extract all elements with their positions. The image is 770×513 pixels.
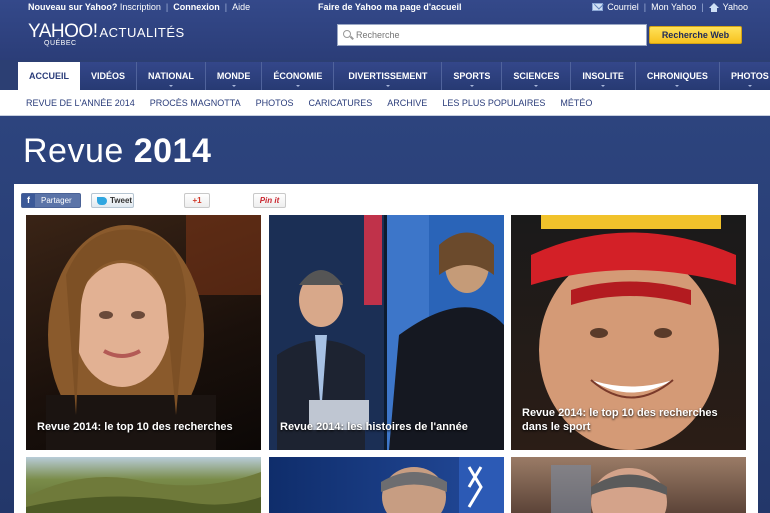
subnav-photos[interactable]: PHOTOS: [256, 98, 294, 108]
gplus-button[interactable]: +1: [184, 193, 210, 208]
nav-tab-sciences[interactable]: SCIENCES: [502, 62, 572, 90]
gplus-label: +1: [192, 196, 202, 205]
chevron-down-icon: [747, 85, 752, 87]
subnav-revue-2014[interactable]: REVUE DE L'ANNÉE 2014: [26, 98, 135, 108]
nav-tab-divertissement[interactable]: DIVERTISSEMENT: [334, 62, 443, 90]
main-nav: ACCUEIL VIDÉOS NATIONAL MONDE ÉCONOMIE D…: [18, 62, 770, 90]
nav-tab-national[interactable]: NATIONAL: [137, 62, 206, 90]
title-light: Revue: [23, 132, 134, 170]
chevron-down-icon: [168, 85, 173, 87]
twitter-bird-icon: [97, 196, 107, 205]
search-box: [337, 24, 647, 46]
nav-tab-insolite[interactable]: INSOLITE: [571, 62, 636, 90]
hero-section: Revue 2014 f Partager Tweet +1 Pin it Re…: [0, 116, 770, 513]
story-caption: Revue 2014: les histoires de l'année: [280, 421, 468, 433]
nav-label: MONDE: [216, 71, 251, 81]
help-link[interactable]: Aide: [232, 2, 250, 12]
portrait-image: [381, 457, 504, 513]
nav-label: INSOLITE: [582, 71, 624, 81]
story-card[interactable]: [269, 457, 504, 513]
nav-tab-sports[interactable]: SPORTS: [442, 62, 503, 90]
nav-tab-monde[interactable]: MONDE: [205, 62, 263, 90]
story-caption: Revue 2014: le top 10 des recherches: [37, 421, 233, 433]
chevron-down-icon: [601, 85, 606, 87]
story-caption: Revue 2014: le top 10 des recherches dan…: [522, 407, 718, 433]
landscape-image: [26, 472, 261, 513]
utility-right: Courriel | Mon Yahoo | Yahoo: [592, 2, 748, 12]
web-search-button[interactable]: Recherche Web: [649, 26, 742, 44]
search-input[interactable]: [338, 25, 646, 45]
new-user-text: Nouveau sur Yahoo?: [28, 2, 118, 12]
signup-link[interactable]: Inscription: [120, 2, 161, 12]
nav-label: PHOTOS: [730, 71, 769, 81]
chevron-down-icon: [385, 85, 390, 87]
yahoo-home-link[interactable]: Yahoo: [723, 2, 748, 12]
photo-collage-image: [269, 215, 504, 450]
subnav-proces-magnotta[interactable]: PROCÈS MAGNOTTA: [150, 98, 241, 108]
mail-icon: [592, 3, 604, 11]
story-card[interactable]: [26, 457, 261, 513]
my-yahoo-link[interactable]: Mon Yahoo: [651, 2, 696, 12]
subnav-archive[interactable]: ARCHIVE: [387, 98, 427, 108]
facebook-icon: f: [22, 194, 35, 207]
subnav-populaires[interactable]: LES PLUS POPULAIRES: [442, 98, 545, 108]
nav-tab-economie[interactable]: ÉCONOMIE: [262, 62, 335, 90]
tweet-button[interactable]: Tweet: [91, 193, 134, 208]
pinterest-label: Pin it: [259, 196, 280, 205]
portrait-image: [551, 465, 667, 513]
home-icon: [708, 2, 719, 12]
nav-tab-videos[interactable]: VIDÉOS: [80, 62, 138, 90]
facebook-share-button[interactable]: f Partager: [21, 193, 81, 208]
story-card[interactable]: Revue 2014: le top 10 des recherches: [26, 215, 261, 450]
nav-label: ÉCONOMIE: [273, 71, 323, 81]
nav-label: CHRONIQUES: [646, 71, 708, 81]
nav-tab-accueil[interactable]: ACCUEIL: [18, 62, 80, 90]
set-homepage-link[interactable]: Faire de Yahoo ma page d'accueil: [318, 2, 462, 12]
facebook-share-label: Partager: [41, 196, 72, 205]
search-icon: [343, 30, 351, 38]
title-bold: 2014: [133, 132, 212, 170]
tweet-label: Tweet: [110, 196, 133, 205]
story-card[interactable]: Revue 2014: le top 10 des recherches dan…: [511, 215, 746, 450]
yahoo-logo[interactable]: YAHOO! ACTUALITÉS QUÉBEC: [28, 21, 185, 47]
subnav-caricatures[interactable]: CARICATURES: [308, 98, 372, 108]
sub-nav: REVUE DE L'ANNÉE 2014 PROCÈS MAGNOTTA PH…: [0, 90, 770, 116]
logo-brand: YAHOO!: [28, 21, 98, 42]
nav-label: DIVERTISSEMENT: [348, 71, 428, 81]
signin-link[interactable]: Connexion: [173, 2, 220, 12]
page-title: Revue 2014: [23, 132, 211, 171]
nav-label: NATIONAL: [148, 71, 194, 81]
chevron-down-icon: [231, 85, 236, 87]
pinterest-button[interactable]: Pin it: [253, 193, 286, 208]
logo-section: ACTUALITÉS: [99, 25, 185, 40]
nav-label: SPORTS: [453, 71, 491, 81]
subnav-meteo[interactable]: MÉTÉO: [560, 98, 592, 108]
utility-left: Nouveau sur Yahoo? Inscription | Connexion…: [28, 2, 251, 12]
mail-link[interactable]: Courriel: [607, 2, 639, 12]
story-card[interactable]: [511, 457, 746, 513]
chevron-down-icon: [675, 85, 680, 87]
logo-region: QUÉBEC: [44, 40, 77, 47]
nav-tab-chroniques[interactable]: CHRONIQUES: [635, 62, 720, 90]
story-card[interactable]: Revue 2014: les histoires de l'année: [269, 215, 504, 450]
chevron-down-icon: [469, 85, 474, 87]
nav-label: SCIENCES: [513, 71, 560, 81]
top-bar: Nouveau sur Yahoo? Inscription | Connexion…: [0, 0, 770, 60]
portrait-image: [46, 215, 261, 450]
chevron-down-icon: [295, 85, 300, 87]
content-panel: f Partager Tweet +1 Pin it Revue 2014: l…: [14, 184, 758, 513]
nav-tab-photos[interactable]: PHOTOS: [719, 62, 770, 90]
chevron-down-icon: [534, 85, 539, 87]
